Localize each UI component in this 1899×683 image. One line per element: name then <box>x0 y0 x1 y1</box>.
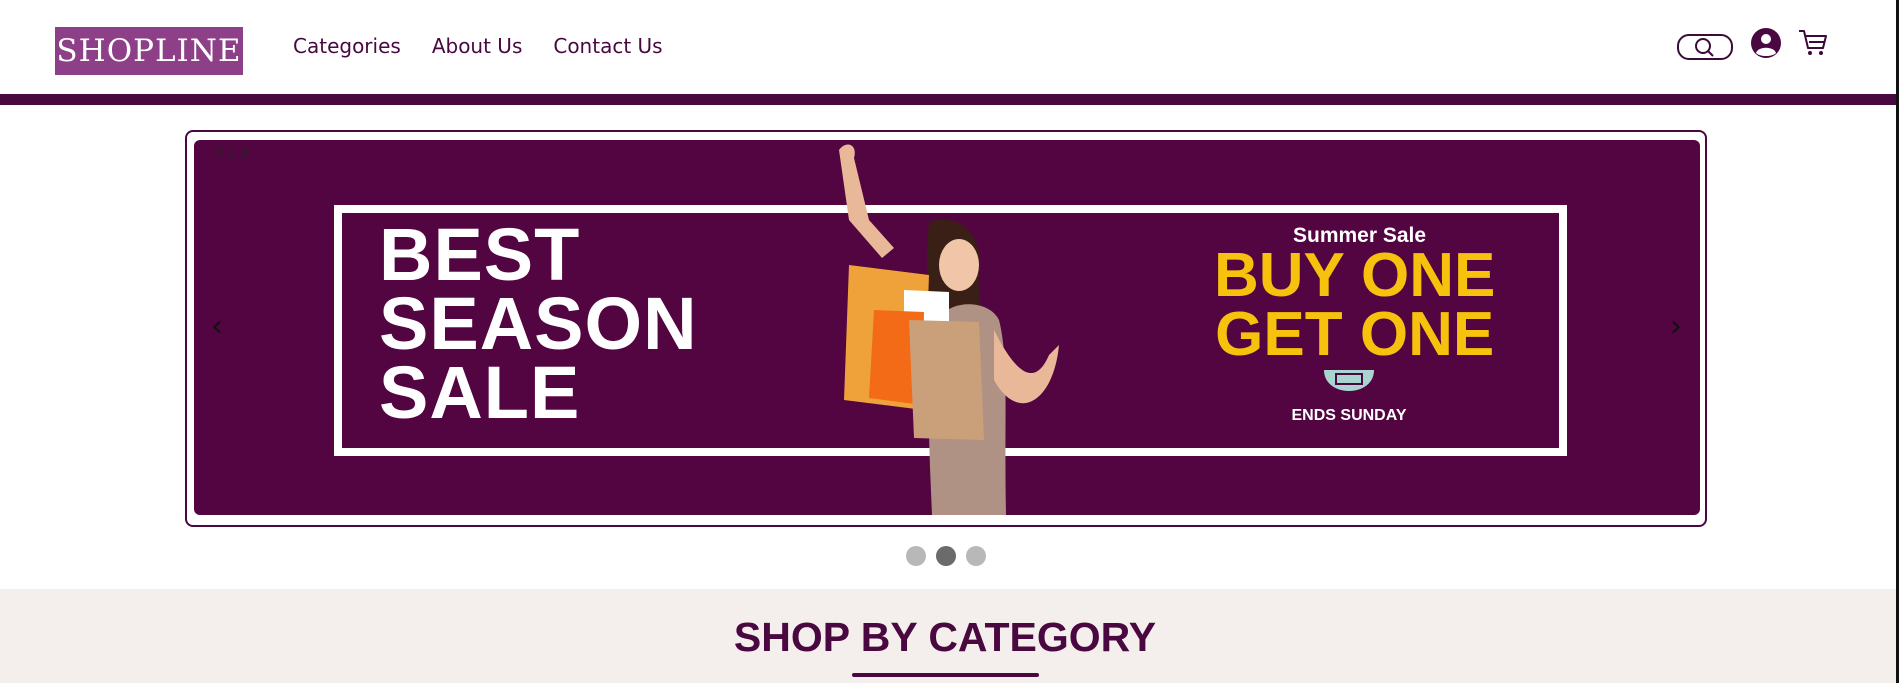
cart-icon[interactable] <box>1797 27 1829 59</box>
carousel-slide[interactable]: BEST SEASON SALE Summer Sale BUY ONE GET… <box>194 140 1700 515</box>
section-title: SHOP BY CATEGORY <box>733 614 1157 660</box>
section-title-underline <box>852 673 1039 677</box>
slide-counter: 2 / 3 <box>215 144 249 162</box>
carousel-dot-2[interactable] <box>936 546 956 566</box>
header-divider <box>0 94 1896 105</box>
nav-categories[interactable]: Categories <box>293 30 401 62</box>
carousel-dots <box>906 546 986 566</box>
promo-main: BUY ONE GET ONE <box>1214 241 1496 369</box>
banner-headline: BEST SEASON SALE <box>379 213 698 434</box>
logo[interactable]: SHOPLINE <box>55 27 243 75</box>
carousel-dot-3[interactable] <box>966 546 986 566</box>
search-button[interactable] <box>1677 34 1733 60</box>
search-icon <box>1695 38 1714 57</box>
carousel-prev-button[interactable]: ‹ <box>211 312 223 342</box>
carousel-next-button[interactable]: › <box>1670 312 1682 342</box>
badge-text: ENDS SUNDAY <box>1292 407 1407 424</box>
headline-line-1: BEST <box>379 213 581 296</box>
main-nav: Categories About Us Contact Us <box>293 30 663 62</box>
shopper-image <box>839 144 1059 515</box>
headline-line-2: SEASON <box>379 282 698 365</box>
ends-sunday-badge: ENDS SUNDAY <box>1292 370 1407 424</box>
nav-contact-us[interactable]: Contact Us <box>553 30 662 62</box>
hero-carousel: BEST SEASON SALE Summer Sale BUY ONE GET… <box>185 130 1707 527</box>
promo-line-1: BUY ONE <box>1214 241 1496 310</box>
nav-about-us[interactable]: About Us <box>432 30 523 62</box>
promo-line-2: GET ONE <box>1215 300 1495 369</box>
carousel-dot-1[interactable] <box>906 546 926 566</box>
site-header: SHOPLINE Categories About Us Contact Us <box>0 0 1896 94</box>
user-account-icon[interactable] <box>1750 27 1782 59</box>
headline-line-3: SALE <box>379 351 581 434</box>
